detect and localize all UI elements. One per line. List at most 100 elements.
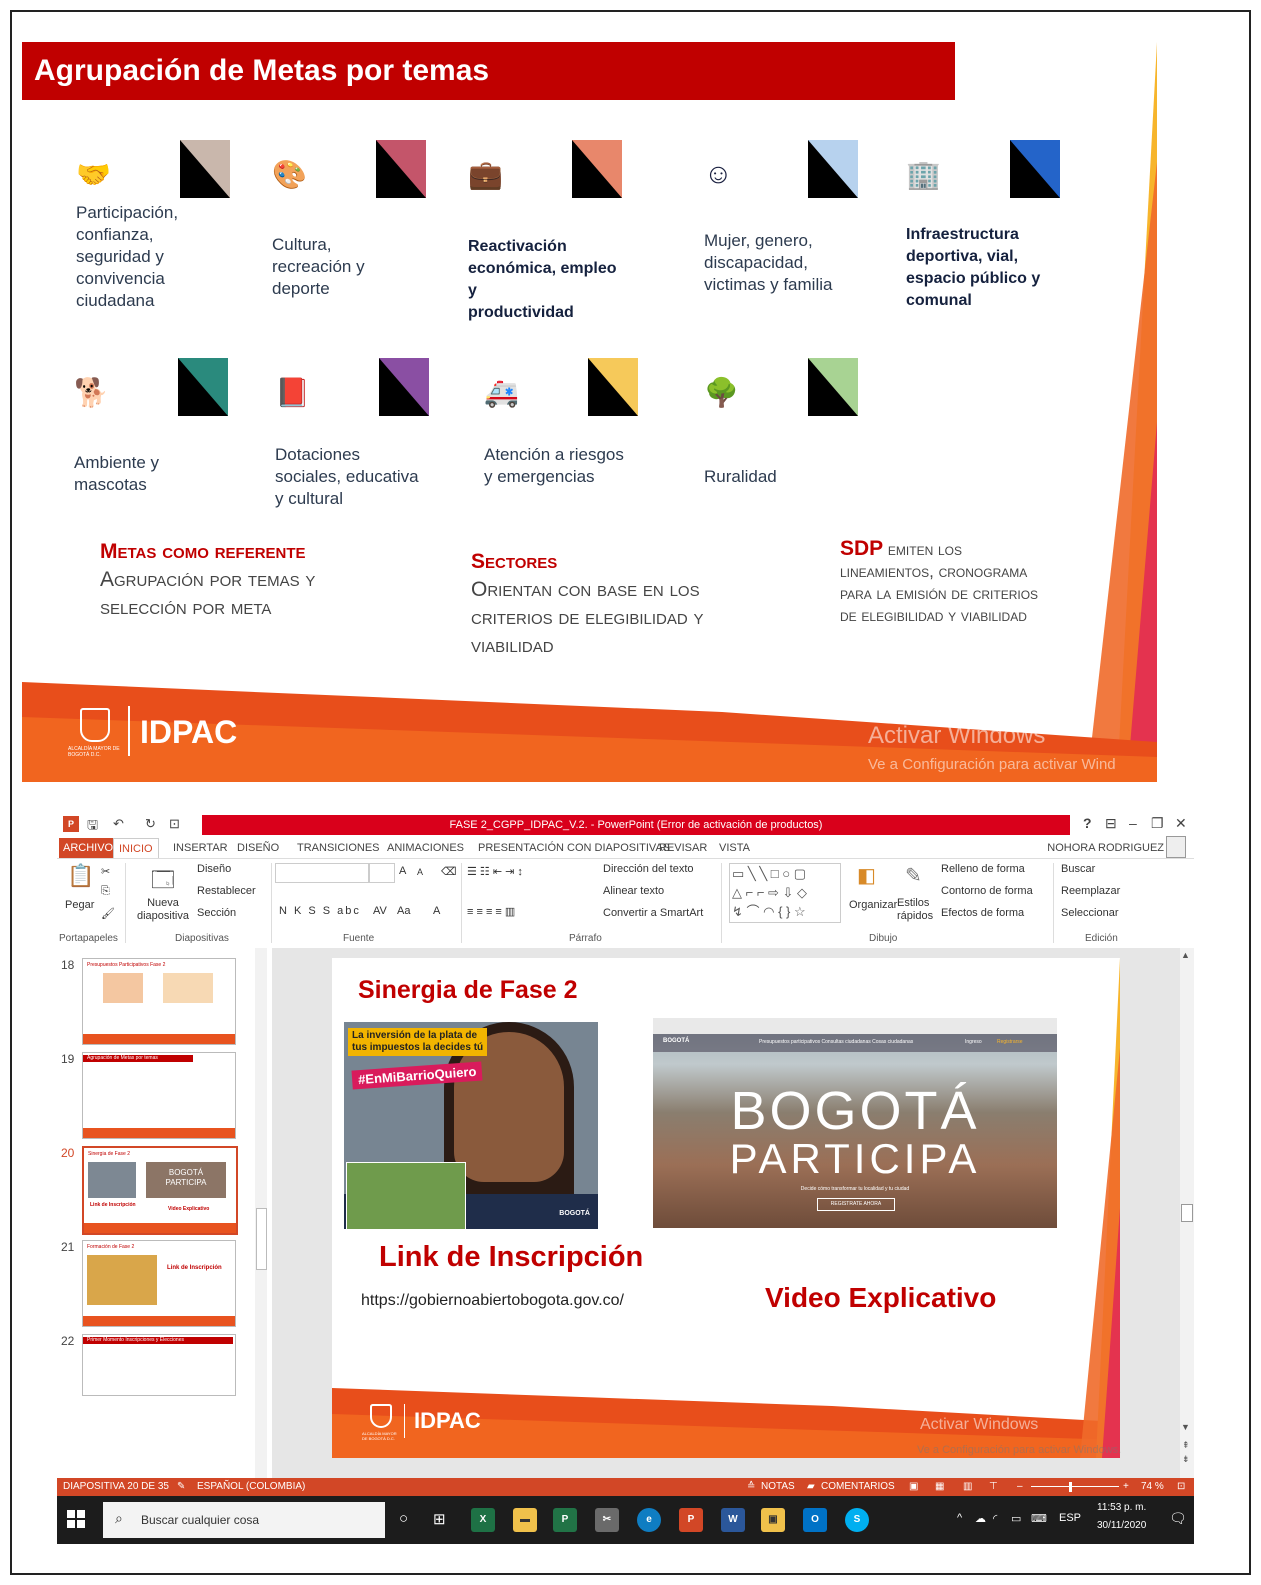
- taskbar-search[interactable]: ⌕ Buscar cualquier cosa: [103, 1502, 385, 1538]
- battery-icon[interactable]: ▭: [1011, 1512, 1021, 1525]
- registration-url[interactable]: https://gobiernoabiertobogota.gov.co/: [361, 1292, 624, 1310]
- edge-icon[interactable]: e: [637, 1508, 661, 1532]
- font-style-buttons[interactable]: N K S S abc: [279, 905, 361, 917]
- notifications-icon[interactable]: 🗨: [1169, 1510, 1187, 1527]
- layout-button[interactable]: Diseño: [197, 863, 231, 875]
- cut-icon[interactable]: ✂: [101, 865, 110, 878]
- store-icon[interactable]: ▣: [761, 1508, 785, 1532]
- snipping-tool-icon[interactable]: ✂: [595, 1508, 619, 1532]
- powerpoint-taskbar-icon[interactable]: P: [679, 1508, 703, 1532]
- word-icon[interactable]: W: [721, 1508, 745, 1532]
- help-icon[interactable]: ?: [1083, 815, 1092, 831]
- quick-styles-icon[interactable]: ✎: [905, 863, 922, 888]
- tab-inicio[interactable]: INICIO: [113, 838, 159, 859]
- shapes-gallery[interactable]: ▭ ╲ ╲ □ ○ ▢ △ ⌐ ⌐ ⇨ ⇩ ◇ ↯ ⌒ ◠ { } ☆: [729, 863, 841, 923]
- text-direction-button[interactable]: Dirección del texto: [603, 863, 694, 875]
- zoom-in-icon[interactable]: +: [1123, 1478, 1129, 1496]
- scroll-up-icon[interactable]: ▲: [1181, 950, 1190, 960]
- clear-format-icon[interactable]: ⌫: [441, 865, 457, 878]
- zoom-slider-thumb[interactable]: [1069, 1482, 1072, 1492]
- scroll-down-icon[interactable]: ▼: [1181, 1422, 1190, 1432]
- reset-button[interactable]: Restablecer: [197, 885, 256, 897]
- spellcheck-icon[interactable]: ✎: [177, 1478, 185, 1496]
- clock-time[interactable]: 11:53 p. m.: [1097, 1502, 1146, 1513]
- font-size-select[interactable]: [369, 863, 395, 883]
- section-button[interactable]: Sección: [197, 907, 236, 919]
- align-text-button[interactable]: Alinear texto: [603, 885, 664, 897]
- next-slide-icon[interactable]: ⇟: [1182, 1454, 1190, 1465]
- outlook-icon[interactable]: O: [803, 1508, 827, 1532]
- slide-scrollbar[interactable]: ▲ ▼ ⇞ ⇟: [1180, 948, 1194, 1478]
- windows-start-icon[interactable]: [67, 1510, 85, 1528]
- thumbnail-slide-21[interactable]: Formación de Fase 2 Link de Inscripción: [82, 1240, 236, 1327]
- paste-icon[interactable]: 📋: [67, 863, 94, 889]
- project-icon[interactable]: P: [553, 1508, 577, 1532]
- paste-button[interactable]: Pegar: [65, 899, 94, 911]
- arrange-button[interactable]: Organizar: [849, 899, 897, 911]
- tab-insertar[interactable]: INSERTAR: [173, 838, 228, 858]
- start-presentation-icon[interactable]: ⊡: [169, 816, 180, 832]
- new-slide-button[interactable]: Nueva diapositiva: [137, 897, 189, 923]
- language-status[interactable]: ESPAÑOL (COLOMBIA): [197, 1478, 305, 1496]
- shape-fill-button[interactable]: Relleno de forma: [941, 863, 1025, 875]
- shape-effects-button[interactable]: Efectos de forma: [941, 907, 1024, 919]
- normal-view-icon[interactable]: ▣: [909, 1478, 918, 1496]
- quick-styles-button[interactable]: Estilos rápidos: [897, 897, 933, 923]
- save-icon[interactable]: 🖫: [87, 816, 98, 838]
- replace-button[interactable]: Reemplazar: [1061, 885, 1120, 897]
- fit-to-window-icon[interactable]: ⊡: [1177, 1478, 1185, 1496]
- comments-button[interactable]: COMENTARIOS: [821, 1478, 895, 1496]
- tab-presentacion[interactable]: PRESENTACIÓN CON DIAPOSITIVAS: [478, 838, 670, 858]
- char-spacing-button[interactable]: AV: [373, 905, 387, 917]
- align-icons[interactable]: ≡ ≡ ≡ ≡ ▥: [467, 905, 515, 918]
- close-icon[interactable]: ✕: [1175, 815, 1187, 832]
- restore-icon[interactable]: ❐: [1151, 815, 1164, 832]
- bullets-icon[interactable]: ☰ ☷ ⇤ ⇥ ↕: [467, 865, 523, 878]
- redo-icon[interactable]: ↻: [145, 816, 156, 832]
- zoom-out-icon[interactable]: –: [1017, 1478, 1023, 1496]
- scrollbar-thumb[interactable]: [256, 1208, 267, 1270]
- tray-overflow-icon[interactable]: ^: [957, 1512, 962, 1524]
- slide-sorter-icon[interactable]: ▦: [935, 1478, 944, 1496]
- minimize-icon[interactable]: –: [1129, 815, 1137, 831]
- tab-diseno[interactable]: DISEÑO: [237, 838, 279, 858]
- zoom-slider[interactable]: [1031, 1486, 1119, 1487]
- scrollbar-thumb[interactable]: [1181, 1204, 1193, 1222]
- select-button[interactable]: Seleccionar: [1061, 907, 1118, 919]
- arrange-icon[interactable]: ◧: [857, 863, 876, 888]
- comments-icon[interactable]: ▰: [807, 1478, 815, 1496]
- thumbnail-slide-18[interactable]: Presupuestos Participativos Fase 2: [82, 958, 236, 1045]
- file-explorer-icon[interactable]: ▬: [513, 1508, 537, 1532]
- copy-icon[interactable]: ⎘: [101, 885, 110, 898]
- cortana-icon[interactable]: ○: [399, 1510, 408, 1527]
- previous-slide-icon[interactable]: ⇞: [1182, 1440, 1190, 1451]
- input-language[interactable]: ESP: [1059, 1512, 1081, 1524]
- clock-date[interactable]: 30/11/2020: [1097, 1520, 1146, 1531]
- undo-icon[interactable]: ↶: [113, 816, 124, 832]
- onedrive-icon[interactable]: ☁: [975, 1512, 986, 1525]
- shrink-font-button[interactable]: A: [417, 867, 423, 877]
- font-color-button[interactable]: A: [433, 905, 440, 917]
- thumbnails-scrollbar[interactable]: [255, 948, 267, 1478]
- thumbnail-slide-20[interactable]: Sinergia de Fase 2 BOGOTÁ PARTICIPA Link …: [82, 1146, 238, 1235]
- tab-animaciones[interactable]: ANIMACIONES: [387, 838, 464, 858]
- ribbon-display-icon[interactable]: ⊟: [1105, 815, 1117, 832]
- user-name[interactable]: NOHORA RODRIGUEZ: [1047, 838, 1164, 858]
- tab-revisar[interactable]: REVISAR: [659, 838, 707, 858]
- slideshow-icon[interactable]: ⊤: [989, 1478, 998, 1496]
- excel-icon[interactable]: X: [471, 1508, 495, 1532]
- zoom-level[interactable]: 74 %: [1141, 1478, 1164, 1496]
- new-slide-icon[interactable]: 🗔: [151, 863, 175, 901]
- wifi-icon[interactable]: ◜: [993, 1512, 997, 1525]
- notes-icon[interactable]: ≙: [747, 1478, 755, 1496]
- task-view-icon[interactable]: ⊞: [433, 1510, 446, 1528]
- tab-archivo[interactable]: ARCHIVO: [59, 838, 118, 858]
- format-painter-icon[interactable]: 🖌: [101, 907, 115, 920]
- skype-icon[interactable]: S: [845, 1508, 869, 1532]
- tab-transiciones[interactable]: TRANSICIONES: [297, 838, 380, 858]
- notes-button[interactable]: NOTAS: [761, 1478, 795, 1496]
- avatar[interactable]: [1166, 836, 1186, 858]
- keyboard-icon[interactable]: ⌨: [1031, 1512, 1047, 1525]
- slide-sinergia-fase2[interactable]: Sinergia de Fase 2 La inversión de la pl…: [332, 958, 1120, 1458]
- change-case-button[interactable]: Aa: [397, 905, 410, 917]
